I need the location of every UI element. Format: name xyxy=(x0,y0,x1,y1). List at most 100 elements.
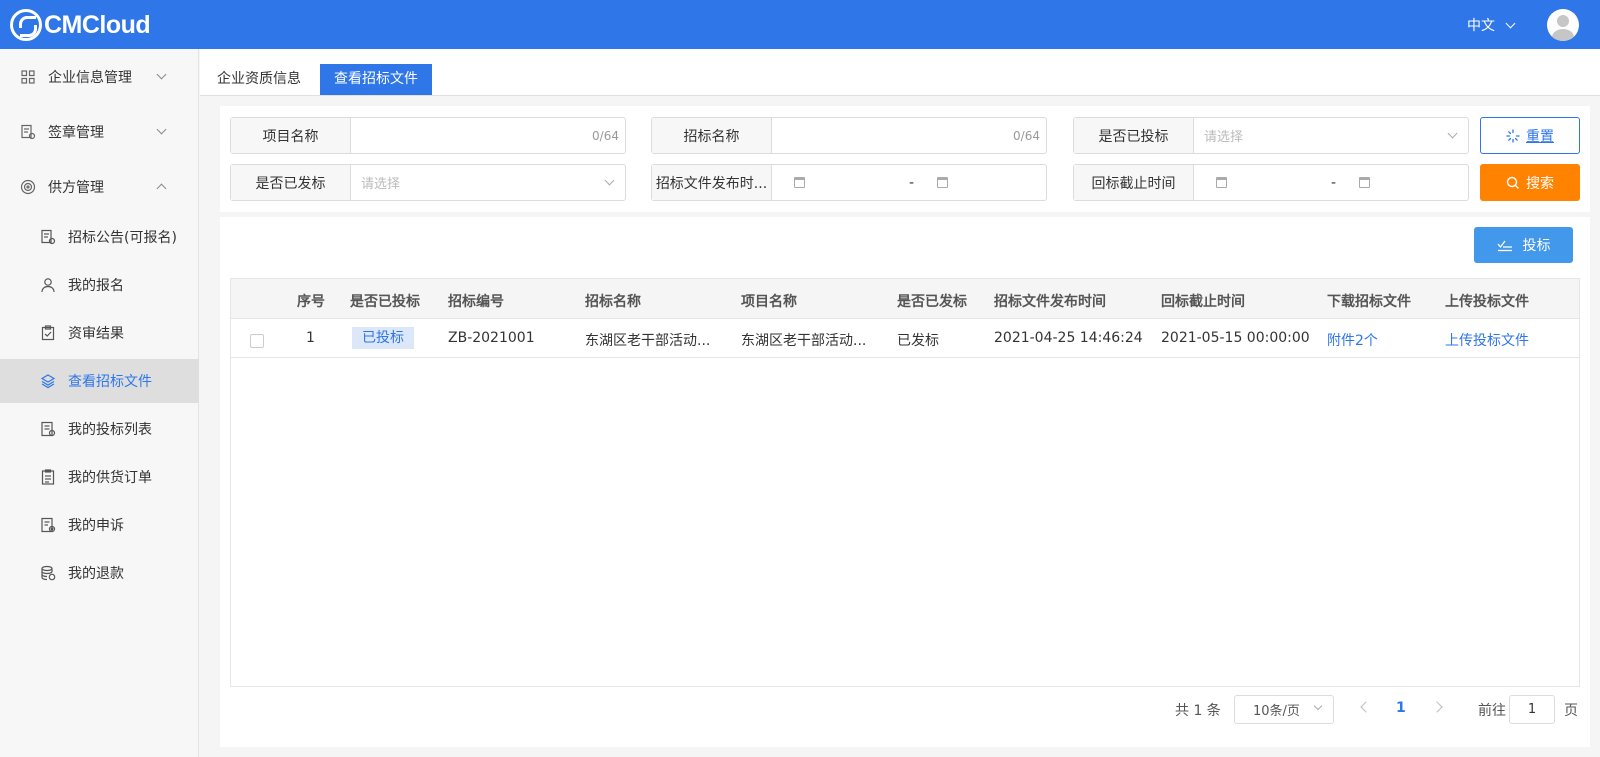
table-header: 序号 是否已投标 招标编号 招标名称 项目名称 是否已发标 招标文件发布时间 回… xyxy=(231,279,1579,319)
deadline-field: 回标截止时间 - xyxy=(1073,164,1469,201)
search-button[interactable]: 搜索 xyxy=(1480,164,1580,201)
chevron-down-icon xyxy=(604,175,615,186)
order-list-icon xyxy=(41,469,55,485)
calendar-icon xyxy=(794,177,805,188)
page-size-select[interactable]: 10条/页 xyxy=(1234,695,1334,724)
bid-name: 东湖区老干部活动... xyxy=(585,333,711,349)
menu-group-signature[interactable]: 签章管理 xyxy=(0,110,199,154)
chevron-down-icon xyxy=(156,124,167,135)
sidebar-item-label: 资审结果 xyxy=(68,326,124,342)
upload-bid-file-link[interactable]: 上传投标文件 xyxy=(1445,330,1529,350)
column-header: 是否已投标 xyxy=(350,294,420,310)
tender-table: 序号 是否已投标 招标编号 招标名称 项目名称 是否已发标 招标文件发布时间 回… xyxy=(230,278,1580,687)
download-attachments-link[interactable]: 附件2个 xyxy=(1327,330,1378,350)
sidebar-item-label: 我的供货订单 xyxy=(68,470,152,486)
range-separator: - xyxy=(1331,174,1337,191)
bid-icon xyxy=(1497,240,1512,252)
calendar-icon xyxy=(1359,177,1370,188)
tab-bar: 企业资质信息 查看招标文件 xyxy=(200,49,1600,96)
coins-icon xyxy=(41,565,56,581)
user-icon xyxy=(41,278,55,293)
language-label: 中文 xyxy=(1467,18,1495,34)
clipboard-check-icon xyxy=(41,325,55,341)
is-bid-select[interactable]: 请选择 xyxy=(1194,118,1468,153)
chevron-down-icon xyxy=(156,69,167,80)
publish-time: 2021-04-25 14:46:24 xyxy=(994,330,1143,346)
field-label: 是否已发标 xyxy=(231,165,351,200)
goto-page-input[interactable]: 1 xyxy=(1509,695,1555,724)
page-suffix: 页 xyxy=(1564,703,1578,719)
is-bid-field: 是否已投标 请选择 xyxy=(1073,117,1469,154)
sidebar-item-review-result[interactable]: 资审结果 xyxy=(0,311,199,355)
tab-view-tender-docs[interactable]: 查看招标文件 xyxy=(320,64,432,95)
sidebar-item-label: 查看招标文件 xyxy=(68,374,152,390)
bid-label: 投标 xyxy=(1522,238,1551,254)
goto-label: 前往 xyxy=(1478,703,1506,719)
menu-group-label: 供方管理 xyxy=(48,180,104,196)
publish-time-range[interactable]: - xyxy=(772,165,1046,200)
publish-time-field: 招标文件发布时... - xyxy=(651,164,1047,201)
chevron-down-icon xyxy=(1447,128,1458,139)
calendar-icon xyxy=(1216,177,1227,188)
search-label: 搜索 xyxy=(1526,175,1554,192)
language-switcher[interactable]: 中文 xyxy=(1467,15,1516,35)
row-checkbox[interactable] xyxy=(250,334,264,348)
avatar[interactable] xyxy=(1547,9,1579,41)
is-published-field: 是否已发标 请选择 xyxy=(230,164,626,201)
current-page[interactable]: 1 xyxy=(1396,700,1406,716)
deadline-range[interactable]: - xyxy=(1194,165,1468,200)
tab-company-qualification[interactable]: 企业资质信息 xyxy=(203,64,315,95)
sidebar-item-view-tender-docs[interactable]: 查看招标文件 xyxy=(0,359,199,403)
grid-icon xyxy=(21,70,35,84)
sidebar-item-my-registration[interactable]: 我的报名 xyxy=(0,263,199,307)
menu-group-company-info[interactable]: 企业信息管理 xyxy=(0,55,199,99)
sidebar-item-my-bids[interactable]: 我的投标列表 xyxy=(0,407,199,451)
deadline: 2021-05-15 00:00:00 xyxy=(1161,330,1310,346)
column-header: 下载招标文件 xyxy=(1327,294,1411,310)
range-separator: - xyxy=(909,174,915,191)
sidebar-item-label: 我的报名 xyxy=(68,278,124,294)
column-header: 是否已发标 xyxy=(897,294,967,310)
notice-icon xyxy=(41,229,56,245)
chevron-down-icon xyxy=(1313,701,1323,711)
field-label: 回标截止时间 xyxy=(1074,165,1194,200)
column-header: 上传投标文件 xyxy=(1445,294,1529,310)
project-name-input[interactable]: 0/64 xyxy=(351,118,625,153)
column-header: 招标文件发布时间 xyxy=(994,294,1106,310)
page-size-value: 10条/页 xyxy=(1253,704,1300,719)
reset-button[interactable]: 重置 xyxy=(1480,117,1580,154)
sidebar-item-my-supply-orders[interactable]: 我的供货订单 xyxy=(0,455,199,499)
field-label: 项目名称 xyxy=(231,118,351,153)
row-index: 1 xyxy=(306,330,315,346)
char-count: 0/64 xyxy=(1013,128,1040,143)
sidebar-item-label: 我的投标列表 xyxy=(68,422,152,438)
is-published-select[interactable]: 请选择 xyxy=(351,165,625,200)
sidebar-item-my-refunds[interactable]: 我的退款 xyxy=(0,551,199,595)
logo-text: CMCloud xyxy=(44,10,151,39)
menu-group-label: 企业信息管理 xyxy=(48,70,132,86)
select-placeholder: 请选择 xyxy=(1204,130,1244,145)
sidebar-item-my-complaints[interactable]: 我的申诉 xyxy=(0,503,199,547)
bid-name-field: 招标名称 0/64 xyxy=(651,117,1047,154)
status-badge: 已投标 xyxy=(352,327,414,349)
select-placeholder: 请选择 xyxy=(361,177,401,192)
column-header: 招标编号 xyxy=(448,294,504,310)
calendar-icon xyxy=(937,177,948,188)
logo-icon xyxy=(10,9,42,41)
bid-name-input[interactable]: 0/64 xyxy=(772,118,1046,153)
table-panel: 投标 序号 是否已投标 招标编号 招标名称 项目名称 是否已发标 招标文件发布时… xyxy=(220,217,1590,747)
field-label: 招标名称 xyxy=(652,118,772,153)
sidebar-item-tender-notice[interactable]: 招标公告(可报名) xyxy=(0,215,199,259)
top-bar: CMCloud 中文 xyxy=(0,0,1600,49)
menu-group-supplier[interactable]: 供方管理 xyxy=(0,165,199,209)
logo[interactable]: CMCloud xyxy=(10,8,151,42)
column-header: 招标名称 xyxy=(585,294,641,310)
menu-group-label: 签章管理 xyxy=(48,125,104,141)
search-icon xyxy=(1506,176,1519,189)
bid-number: ZB-2021001 xyxy=(448,330,535,346)
char-count: 0/64 xyxy=(592,128,619,143)
column-header: 项目名称 xyxy=(741,294,797,310)
bid-button[interactable]: 投标 xyxy=(1474,227,1573,263)
table-row: 1 已投标 ZB-2021001 东湖区老干部活动... 东湖区老干部活动...… xyxy=(231,319,1579,358)
sidebar-item-label: 我的申诉 xyxy=(68,518,124,534)
